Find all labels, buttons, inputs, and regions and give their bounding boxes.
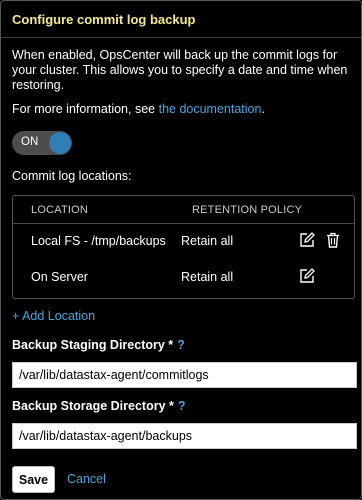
cancel-button[interactable]: Cancel xyxy=(67,472,106,486)
intro-text: When enabled, OpsCenter will back up the… xyxy=(12,48,348,92)
edit-icon[interactable] xyxy=(299,268,315,284)
dialog-title: Configure commit log backup xyxy=(12,11,196,27)
staging-label-text: Backup Staging Directory * xyxy=(12,338,174,352)
table-row: Local FS - /tmp/backups Retain all xyxy=(13,224,354,260)
more-info-text: For more information, see the documentat… xyxy=(12,102,354,117)
retention-cell: Retain all xyxy=(181,270,234,284)
column-location: LOCATION xyxy=(31,204,89,216)
dialog-header: Configure commit log backup xyxy=(1,1,361,38)
add-location-link[interactable]: + Add Location xyxy=(12,309,95,324)
storage-help-icon[interactable]: ? xyxy=(178,399,186,413)
storage-directory-input[interactable] xyxy=(12,423,357,449)
enable-toggle[interactable]: ON xyxy=(12,131,72,155)
table-row: On Server Retain all xyxy=(13,260,354,296)
toggle-label: ON xyxy=(21,136,39,148)
locations-heading: Commit log locations: xyxy=(12,169,132,183)
edit-icon[interactable] xyxy=(299,232,315,248)
retention-cell: Retain all xyxy=(181,234,234,248)
documentation-link[interactable]: the documentation xyxy=(159,102,262,116)
staging-help-icon[interactable]: ? xyxy=(177,338,185,352)
column-retention-policy: RETENTION POLICY xyxy=(192,204,303,216)
locations-table: LOCATION RETENTION POLICY Local FS - /tm… xyxy=(12,195,355,299)
more-info-suffix: . xyxy=(261,102,265,116)
staging-directory-label: Backup Staging Directory *? xyxy=(12,338,185,352)
storage-label-text: Backup Storage Directory * xyxy=(12,399,174,413)
storage-directory-label: Backup Storage Directory *? xyxy=(12,399,186,413)
toggle-knob xyxy=(49,132,71,154)
location-cell: Local FS - /tmp/backups xyxy=(31,234,166,248)
location-cell: On Server xyxy=(31,270,88,284)
trash-icon[interactable] xyxy=(325,232,341,248)
staging-directory-input[interactable] xyxy=(12,362,357,388)
save-button[interactable]: Save xyxy=(12,466,55,493)
configure-commit-log-dialog: Configure commit log backup When enabled… xyxy=(0,0,362,500)
more-info-prefix: For more information, see xyxy=(12,102,159,116)
table-header: LOCATION RETENTION POLICY xyxy=(13,196,354,224)
